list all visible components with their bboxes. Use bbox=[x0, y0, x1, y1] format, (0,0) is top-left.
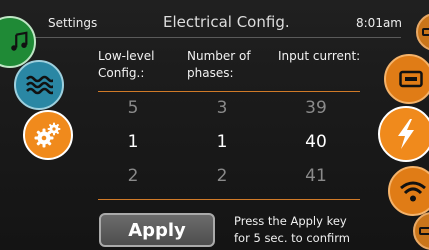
current-next-value[interactable]: 41 bbox=[296, 166, 336, 186]
settings-button[interactable] bbox=[23, 110, 73, 160]
right-bottom-button[interactable] bbox=[413, 212, 429, 250]
apply-hint: Press the Apply key for 5 sec. to confir… bbox=[234, 213, 350, 247]
music-icon bbox=[11, 31, 28, 51]
gears-icon bbox=[34, 122, 61, 148]
low-level-config-header: Low-level Config.: bbox=[98, 48, 155, 82]
number-of-phases-header: Number of phases: bbox=[187, 48, 251, 82]
settings-screen: Settings Electrical Config. 8:01am Low-l… bbox=[0, 0, 429, 250]
low-level-next-value[interactable]: 2 bbox=[113, 166, 153, 186]
menu-icon bbox=[422, 28, 429, 36]
water-waves-icon bbox=[26, 75, 53, 95]
apply-button[interactable]: Apply bbox=[99, 213, 215, 247]
clock: 8:01am bbox=[356, 16, 402, 30]
lightning-bolt-icon bbox=[398, 119, 414, 149]
picker-bottom-divider bbox=[98, 199, 360, 200]
wifi-button[interactable] bbox=[388, 166, 429, 216]
column-label: Low-level bbox=[98, 49, 155, 63]
electrical-button[interactable] bbox=[378, 106, 429, 162]
current-selected-value[interactable]: 40 bbox=[296, 132, 336, 152]
page-title: Electrical Config. bbox=[163, 13, 290, 31]
input-current-header: Input current: bbox=[278, 48, 360, 65]
current-prev-value[interactable]: 39 bbox=[296, 98, 336, 118]
picker-top-divider bbox=[98, 91, 360, 92]
column-label: Input current: bbox=[278, 49, 361, 63]
header-divider bbox=[27, 37, 401, 38]
water-button[interactable] bbox=[14, 60, 64, 110]
menu-icon bbox=[419, 227, 429, 235]
settings-label: Settings bbox=[48, 16, 98, 30]
screen-icon bbox=[399, 70, 423, 88]
phases-selected-value[interactable]: 1 bbox=[202, 132, 242, 152]
phases-prev-value[interactable]: 3 bbox=[202, 98, 242, 118]
phases-next-value[interactable]: 2 bbox=[202, 166, 242, 186]
header-bar: Settings Electrical Config. 8:01am bbox=[0, 12, 429, 34]
column-label: phases: bbox=[187, 66, 234, 80]
column-label: Number of bbox=[187, 49, 251, 63]
display-button[interactable] bbox=[384, 54, 429, 104]
apply-hint-line: for 5 sec. to confirm bbox=[234, 231, 350, 245]
apply-hint-line: Press the Apply key bbox=[234, 214, 347, 228]
wifi-icon bbox=[400, 181, 426, 202]
column-label: Config.: bbox=[98, 66, 145, 80]
low-level-selected-value[interactable]: 1 bbox=[113, 132, 153, 152]
low-level-prev-value[interactable]: 5 bbox=[113, 98, 153, 118]
